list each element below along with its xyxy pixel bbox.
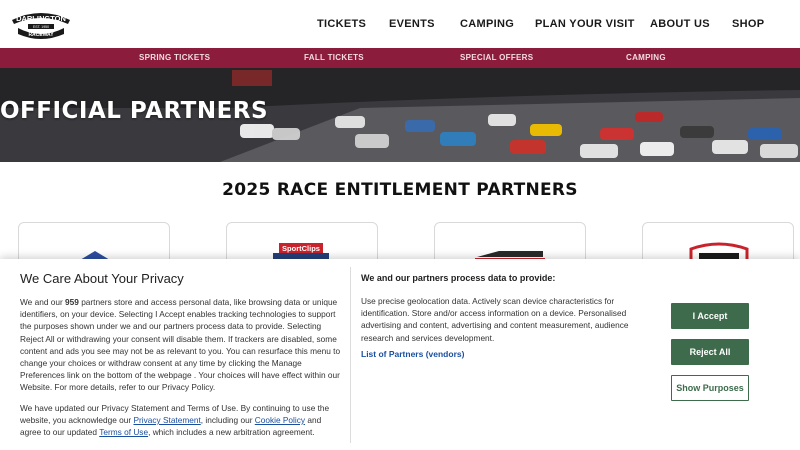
svg-text:RACEWAY: RACEWAY [28,32,54,38]
site-header: DARLINGTON EST. 1950 RACEWAY TICKETS EVE… [0,0,800,48]
partner-count: 959 [65,297,79,307]
nav-camping[interactable]: CAMPING [460,18,514,30]
purposes-heading: We and our partners process data to prov… [361,273,556,283]
terms-of-use-link[interactable]: Terms of Use [99,427,148,437]
svg-text:SportClips: SportClips [282,244,320,253]
nav-shop[interactable]: SHOP [732,18,764,30]
hero-banner: OFFICIAL PARTNERS [0,68,800,162]
reject-all-button[interactable]: Reject All [671,339,749,365]
sub-nav: SPRING TICKETS FALL TICKETS SPECIAL OFFE… [0,48,800,68]
consent-purposes: We and our partners process data to prov… [361,273,651,362]
consent-info: We Care About Your Privacy We and our 95… [20,271,342,438]
subnav-fall-tickets[interactable]: FALL TICKETS [304,53,364,62]
nav-about-us[interactable]: ABOUT US [650,18,710,30]
nav-events[interactable]: EVENTS [389,18,435,30]
consent-update-paragraph: We have updated our Privacy Statement an… [20,402,330,438]
svg-text:DARLINGTON: DARLINGTON [16,14,66,23]
section-title: 2025 RACE ENTITLEMENT PARTNERS [222,180,578,200]
accept-button[interactable]: I Accept [671,303,749,329]
page-title: OFFICIAL PARTNERS [0,98,269,124]
privacy-statement-link[interactable]: Privacy Statement [133,415,200,425]
consent-divider [350,267,351,443]
svg-text:EST. 1950: EST. 1950 [33,25,49,29]
privacy-consent-banner: We Care About Your Privacy We and our 95… [0,259,800,450]
consent-title: We Care About Your Privacy [20,271,184,286]
purposes-text: Use precise geolocation data. Actively s… [361,296,629,343]
subnav-camping[interactable]: CAMPING [626,53,666,62]
cookie-policy-link[interactable]: Cookie Policy [255,415,305,425]
darlington-logo[interactable]: DARLINGTON EST. 1950 RACEWAY [8,6,74,40]
show-purposes-button[interactable]: Show Purposes [671,375,749,401]
page: DARLINGTON EST. 1950 RACEWAY TICKETS EVE… [0,0,800,450]
consent-paragraph: We and our 959 partners store and access… [20,297,341,393]
nav-tickets[interactable]: TICKETS [317,18,366,30]
nav-plan-your-visit[interactable]: PLAN YOUR VISIT [535,18,635,30]
partners-list-link[interactable]: List of Partners (vendors) [361,349,464,359]
subnav-spring-tickets[interactable]: SPRING TICKETS [139,53,210,62]
subnav-special-offers[interactable]: SPECIAL OFFERS [460,53,533,62]
